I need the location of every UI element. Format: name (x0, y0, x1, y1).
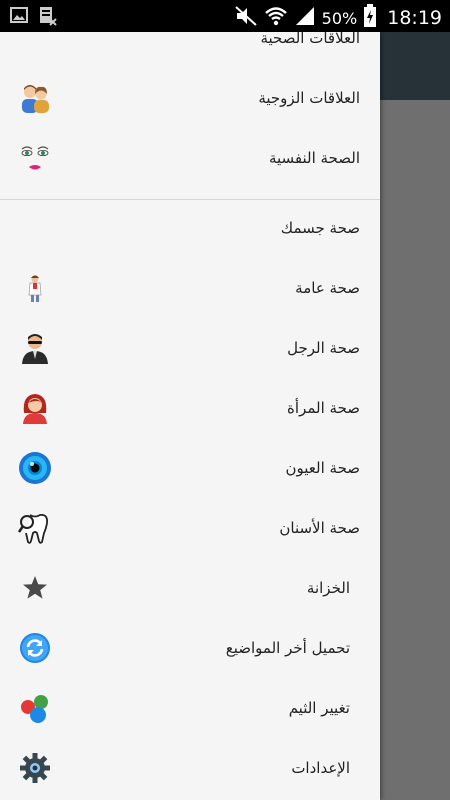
refresh-icon (18, 631, 52, 665)
drawer-item-healthy-relationships[interactable]: العلاقات الصحية (0, 32, 380, 68)
battery-percent: 50% (321, 8, 358, 28)
drawer-item-label: الصحة النفسية (268, 149, 360, 167)
drawer-item-label: العلاقات الزوجية (258, 89, 360, 107)
mute-icon (234, 5, 258, 31)
drawer-item-mental-health[interactable]: الصحة النفسية (0, 128, 380, 188)
file-x-icon (38, 6, 58, 30)
drawer-item-general-health[interactable]: صحة عامة (0, 258, 380, 318)
drawer-item-label: صحة عامة (295, 279, 360, 297)
gear-icon (18, 751, 52, 785)
drawer-item-label: صحة الأسنان (279, 519, 360, 537)
drawer-item-load-latest-topics[interactable]: تحميل أخر المواضيع (0, 618, 380, 678)
image-icon (10, 6, 28, 30)
drawer-item-settings[interactable]: الإعدادات (0, 738, 380, 798)
drawer-item-label: العلاقات الصحية (260, 32, 360, 47)
drawer-item-label: صحة جسمك (280, 219, 360, 237)
theme-balls-icon (18, 691, 52, 725)
wifi-icon (264, 5, 288, 31)
drawer-item-label: تحميل أخر المواضيع (225, 639, 350, 657)
drawer-item-eye-health[interactable]: صحة العيون (0, 438, 380, 498)
clock: 18:19 (387, 7, 442, 29)
battery-charging-icon (363, 4, 377, 32)
drawer-item-change-theme[interactable]: تغيير الثيم (0, 678, 380, 738)
doctor-icon (18, 271, 52, 305)
man-icon (18, 331, 52, 365)
drawer-item-teeth-health[interactable]: صحة الأسنان (0, 498, 380, 558)
drawer-item-marital-relationships[interactable]: العلاقات الزوجية (0, 68, 380, 128)
drawer-item-body-health[interactable]: صحة جسمك (0, 198, 380, 258)
couple-icon (18, 81, 52, 115)
signal-icon (294, 5, 316, 31)
drawer-item-label: الخزانة (306, 579, 350, 597)
star-icon (18, 571, 52, 605)
drawer-item-label: الإعدادات (291, 759, 350, 777)
status-bar: 50% 18:19 (0, 0, 450, 32)
face-icon (18, 141, 52, 175)
drawer-item-men-health[interactable]: صحة الرجل (0, 318, 380, 378)
drawer-item-label: صحة المرأة (287, 399, 360, 417)
drawer-item-label: تغيير الثيم (288, 699, 350, 717)
drawer-item-women-health[interactable]: صحة المرأة (0, 378, 380, 438)
tooth-icon (17, 511, 52, 545)
woman-icon (18, 391, 52, 425)
drawer-item-favorites[interactable]: الخزانة (0, 558, 380, 618)
drawer-item-label: صحة الرجل (287, 339, 360, 357)
drawer-item-label: صحة العيون (285, 459, 361, 477)
navigation-drawer: العلاقات الصحية العلاقات الزوجية الصحة ا… (0, 32, 380, 800)
eye-icon (18, 451, 52, 485)
